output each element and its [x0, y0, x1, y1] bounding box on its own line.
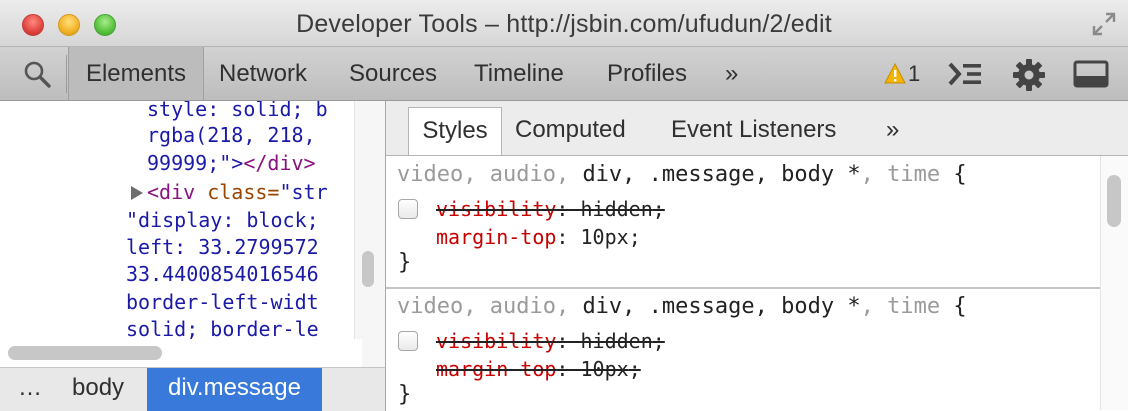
- property-name: margin-top: [436, 357, 557, 381]
- toolbar-separator: [66, 55, 67, 93]
- tab-timeline[interactable]: Timeline: [474, 47, 564, 100]
- rule-close-brace: }: [398, 250, 412, 275]
- property-colon: :: [556, 329, 581, 353]
- dom-vertical-scrollbar[interactable]: [362, 251, 374, 287]
- rule-close-brace: }: [398, 382, 412, 407]
- property-value: 10px: [580, 225, 629, 249]
- dom-style-line: left: 33.2799572: [126, 235, 319, 259]
- styles-sidebar: Styles Computed Event Listeners » video,…: [386, 101, 1128, 410]
- search-icon[interactable]: [22, 59, 52, 89]
- property-semicolon: ;: [652, 197, 665, 221]
- more-tabs-button[interactable]: »: [725, 47, 738, 100]
- property-semicolon: ;: [628, 225, 641, 249]
- property-value: 10px: [580, 357, 629, 381]
- dom-tree-panel[interactable]: style: solid; b rgba(218, 218, 99999;"><…: [0, 101, 386, 367]
- dom-text-line: style: solid; b: [147, 101, 328, 121]
- dom-element-node[interactable]: <div class="str: [147, 180, 328, 204]
- sidebar-tab-bar: Styles Computed Event Listeners »: [386, 101, 1128, 156]
- rule-selector[interactable]: video, audio, div, .message, body *, tim…: [397, 162, 967, 187]
- property-name: visibility: [436, 329, 557, 353]
- tab-network[interactable]: Network: [219, 47, 307, 100]
- property-semicolon: ;: [628, 357, 641, 381]
- selector-matched: div, .message, body *: [582, 162, 861, 187]
- selector-matched: div, .message, body *: [582, 294, 861, 319]
- dom-tag-open: <div: [147, 180, 196, 204]
- dom-style-line: "display: block;: [126, 208, 319, 232]
- dom-style-line: border-left-widt: [126, 290, 319, 314]
- dom-scroll-gutter: [354, 101, 385, 367]
- rule-open-brace: {: [940, 162, 967, 187]
- property-toggle-checkbox[interactable]: [398, 331, 418, 351]
- property-text[interactable]: margin-top: 10px;: [436, 357, 641, 381]
- breadcrumb: … body div.message: [0, 367, 386, 411]
- fullscreen-icon[interactable]: [1090, 10, 1118, 38]
- property-colon: :: [556, 197, 581, 221]
- property-text[interactable]: visibility: hidden;: [436, 329, 665, 353]
- tab-computed[interactable]: Computed: [515, 107, 626, 155]
- property-toggle-checkbox[interactable]: [398, 199, 418, 219]
- warning-icon[interactable]: [884, 63, 906, 85]
- dom-text-line: 99999;"></div>: [147, 151, 316, 175]
- window-title: Developer Tools – http://jsbin.com/ufudu…: [296, 10, 832, 38]
- property-name: visibility: [436, 197, 557, 221]
- styles-vertical-scrollbar[interactable]: [1107, 175, 1121, 227]
- tab-profiles[interactable]: Profiles: [607, 47, 687, 100]
- property-colon: :: [556, 225, 581, 249]
- selector-unmatched: , time: [860, 162, 941, 187]
- property-name: margin-top: [436, 225, 557, 249]
- selector-unmatched: video, audio,: [397, 294, 583, 319]
- dom-close-tag: </div>: [243, 151, 316, 175]
- selector-unmatched: video, audio,: [397, 162, 583, 187]
- dom-text-fragment: 99999;">: [147, 151, 244, 175]
- tab-elements[interactable]: Elements: [68, 47, 204, 100]
- dom-style-line: 33.4400854016546: [126, 262, 319, 286]
- dock-icon[interactable]: [1073, 60, 1109, 88]
- breadcrumb-item-ellipsis[interactable]: …: [18, 368, 42, 411]
- property-text[interactable]: margin-top: 10px;: [436, 225, 641, 249]
- gear-icon[interactable]: [1011, 57, 1047, 93]
- breadcrumb-item-body[interactable]: body: [72, 368, 124, 411]
- tab-event-listeners[interactable]: Event Listeners: [671, 107, 836, 155]
- dom-text-line: rgba(218, 218,: [147, 123, 316, 147]
- property-value: hidden: [580, 329, 653, 353]
- style-rule: video, audio, div, .message, body *, tim…: [386, 156, 1100, 287]
- dom-attr-value: "str: [279, 180, 328, 204]
- dom-attr-name: class=: [195, 180, 280, 204]
- property-colon: :: [556, 357, 581, 381]
- style-rule: video, audio, div, .message, body *, tim…: [386, 289, 1100, 410]
- expand-triangle-icon[interactable]: [130, 185, 144, 201]
- breadcrumb-item-div-message[interactable]: div.message: [147, 368, 322, 411]
- rule-selector[interactable]: video, audio, div, .message, body *, tim…: [397, 294, 967, 319]
- main-toolbar: Elements Network Sources Timeline Profil…: [0, 47, 1128, 101]
- warning-count[interactable]: 1: [908, 47, 920, 100]
- tab-styles[interactable]: Styles: [408, 107, 502, 155]
- console-icon[interactable]: [947, 61, 983, 87]
- dom-horizontal-scrollbar[interactable]: [8, 346, 162, 360]
- selector-unmatched: , time: [860, 294, 941, 319]
- tab-sources[interactable]: Sources: [349, 47, 437, 100]
- rule-open-brace: {: [940, 294, 967, 319]
- property-text[interactable]: visibility: hidden;: [436, 197, 665, 221]
- property-semicolon: ;: [652, 329, 665, 353]
- property-value: hidden: [580, 197, 653, 221]
- title-bar: Developer Tools – http://jsbin.com/ufudu…: [0, 0, 1128, 47]
- more-sidebar-tabs-button[interactable]: »: [886, 107, 899, 155]
- dom-style-line: solid; border-le: [126, 317, 319, 341]
